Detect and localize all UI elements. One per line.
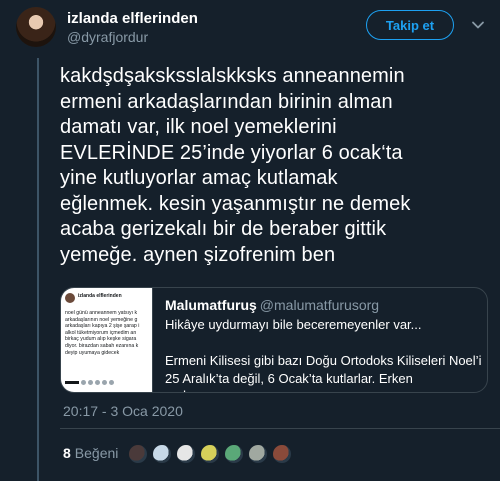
quoted-tweet-header: Malumatfuruş @malumatfurusorg [165,296,483,314]
tweet-line: ermeni arkadaşlarından birinin alman [60,90,393,113]
liker-avatars [127,443,293,465]
tweet-line: EVLERİNDE 25’inde yiyorlar 6 ocak‘ta [60,141,403,164]
author-handle[interactable]: @dyrafjordur [67,28,198,46]
tweet-text: kakdşdşaksksslalskksks anneannemin ermen… [60,64,490,268]
tweet-line: damatı var, ilk noel yemeklerini [60,116,337,138]
liker-avatar[interactable] [151,443,173,465]
quoted-author-handle: @malumatfurusorg [259,297,380,313]
liker-avatar[interactable] [247,443,269,465]
quoted-tweet-thumbnail: izlanda elflerinden noel günü anneannem … [61,288,153,392]
profile-avatar[interactable] [16,7,56,47]
liker-avatar[interactable] [199,443,221,465]
thumbnail-text: noel günü anneannem yatsıyı k arkadaşlar… [65,310,140,356]
divider [60,428,500,429]
tweet-line: yine kutluyorlar amaç kutlamak [60,167,338,189]
likes-label: Beğeni [74,445,119,461]
quoted-text-line2: Ermeni Kilisesi gibi bazı Doğu Ortodoks … [165,353,482,392]
quoted-author-name: Malumatfuruş [165,297,257,313]
tweet-line: acaba gerizekalı bir de beraber gittik [60,218,387,240]
thumbnail-name: izlanda elflerinden [78,293,122,299]
quoted-text-line1: Hikâye uydurmayı bile beceremeyenler var… [165,317,422,332]
chevron-down-icon[interactable] [470,17,486,33]
quoted-tweet[interactable]: izlanda elflerinden noel günü anneannem … [60,287,488,393]
likes-summary[interactable]: 8 Beğeni [63,445,118,461]
liker-avatar[interactable] [127,443,149,465]
quoted-tweet-body: Malumatfuruş @malumatfurusorg Hikâye uydu… [165,296,483,392]
follow-button[interactable]: Takip et [366,10,454,40]
thumbnail-footer [65,380,114,385]
liker-avatar[interactable] [271,443,293,465]
tweet-line: eğlenmek. kesin yaşanmıştır ne demek [60,192,411,215]
tweet-line: yemeğe. aynen şizofrenim ben [60,243,336,266]
thumbnail-avatar [65,293,75,303]
author-name[interactable]: izlanda elflerinden [67,10,198,28]
author-block: izlanda elflerinden @dyrafjordur [67,10,198,46]
liker-avatar[interactable] [223,443,245,465]
likes-count: 8 [63,445,71,461]
tweet-timestamp[interactable]: 20:17 - 3 Oca 2020 [63,403,183,419]
liker-avatar[interactable] [175,443,197,465]
tweet-line: kakdşdşaksksslalskksks anneannemin [60,65,405,87]
thread-line [37,58,39,481]
